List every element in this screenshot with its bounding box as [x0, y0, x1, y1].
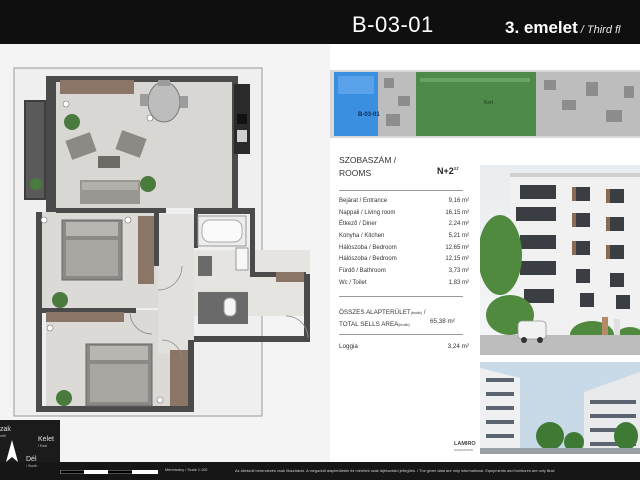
room-row: Hálószoba / Bedroom 12,15 m² — [339, 254, 469, 266]
scale-label: Méretarány / Scale 1:100 — [165, 468, 208, 472]
building-render-street-image — [480, 173, 640, 355]
header-bar: B-03-01 3. emelet / Third fl — [0, 0, 640, 44]
scale-bar — [60, 470, 158, 474]
room-area: 9,16 m² — [448, 198, 469, 204]
divider — [339, 296, 463, 297]
disclaimer-note: Az ábrázolt berendezés csak illusztráció… — [235, 468, 555, 473]
floor-plan-drawing — [13, 67, 310, 417]
building-render-courtyard — [480, 362, 640, 454]
total-label-line1: ÖSSZES ALAPTERÜLET — [339, 309, 411, 316]
building-render-street — [480, 165, 640, 355]
unit-code: B-03-01 — [352, 12, 434, 37]
rooms-count: N+2sz — [437, 166, 459, 176]
room-name: Nappali / Living room — [339, 209, 396, 216]
room-row: Bejárat / Entrance 9,16 m² — [339, 196, 469, 208]
total-label-line1-small: (bruttó) — [410, 311, 423, 315]
key-plan-garden-label: Kert — [484, 100, 494, 106]
room-row: Konyha / Kitchen 5,21 m² — [339, 231, 469, 243]
compass-north-sub: orth — [0, 434, 7, 438]
floor-number: 3. emelet — [505, 18, 578, 37]
compass: zak orth Kelet / East Dél / South — [0, 420, 60, 480]
footer-bar: Méretarány / Scale 1:100 Az ábrázolt ber… — [0, 462, 640, 480]
compass-east-sub: / East — [38, 444, 48, 448]
room-area: 1,83 m² — [448, 279, 469, 286]
room-area: 2,24 m² — [448, 221, 469, 228]
room-row: Nappali / Living room 16,15 m² — [339, 208, 469, 220]
loggia-label: Loggia — [339, 343, 358, 350]
total-label-line1-end: / — [422, 309, 426, 316]
key-plan: B-03-01 Kert — [330, 70, 640, 138]
rooms-title: SZOBASZÁM / ROOMS — [339, 154, 396, 180]
key-plan-unit-label: B-03-01 — [358, 112, 380, 118]
room-name: Konyha / Kitchen — [339, 233, 385, 240]
floor-plan — [0, 44, 330, 464]
compass-south-sub: / South — [26, 464, 38, 468]
compass-north-label: zak — [0, 426, 11, 433]
room-area: 12,65 m² — [445, 244, 469, 251]
compass-east-label: Kelet — [38, 436, 54, 443]
floor-title: 3. emelet / Third fl — [505, 18, 621, 38]
room-area-list: Bejárat / Entrance 9,16 m² Nappali / Livi… — [339, 196, 469, 290]
rooms-count-suffix: sz — [453, 166, 459, 172]
room-area: 5,21 m² — [448, 233, 469, 240]
room-area: 12,15 m² — [445, 256, 469, 263]
room-row: Wc / Toilet 1,83 m² — [339, 278, 469, 290]
brand-subtitle: HANGOZATOK — [454, 448, 474, 452]
compass-south-label: Dél — [26, 456, 37, 463]
total-label-line2: TOTAL SELLS AREA — [339, 321, 399, 328]
building-render-courtyard-image — [480, 362, 640, 454]
divider — [339, 190, 463, 191]
room-area: 16,15 m² — [445, 209, 469, 216]
total-area-value: 65,38 m² — [430, 318, 455, 325]
room-name: Hálószoba / Bedroom — [339, 244, 397, 251]
divider — [339, 334, 463, 335]
room-row: Hálószoba / Bedroom 12,65 m² — [339, 243, 469, 255]
total-label-line2-small: (bruttó) — [398, 323, 410, 327]
room-name: Bejárat / Entrance — [339, 198, 388, 204]
loggia-row: Loggia 3,24 m² — [339, 343, 469, 350]
room-area: 3,73 m² — [448, 268, 469, 275]
total-area-label: ÖSSZES ALAPTERÜLET(bruttó) / TOTAL SELLS… — [339, 307, 426, 331]
loggia-value: 3,24 m² — [447, 343, 469, 350]
rooms-title-line2: ROOMS — [339, 168, 372, 178]
rooms-count-value: N+2 — [437, 166, 454, 176]
floor-subtitle: / Third fl — [580, 24, 621, 36]
rooms-title-line1: SZOBASZÁM / — [339, 155, 397, 165]
compass-arrow-icon — [6, 440, 18, 462]
room-row: Étkező / Diner 2,24 m² — [339, 219, 469, 231]
room-row: Fürdő / Bathroom 3,73 m² — [339, 266, 469, 278]
room-name: Hálószoba / Bedroom — [339, 256, 397, 263]
room-name: Étkező / Diner — [339, 221, 377, 228]
brand-logo: LAMIRO — [454, 441, 476, 447]
room-name: Wc / Toilet — [339, 279, 367, 286]
room-name: Fürdő / Bathroom — [339, 268, 386, 275]
